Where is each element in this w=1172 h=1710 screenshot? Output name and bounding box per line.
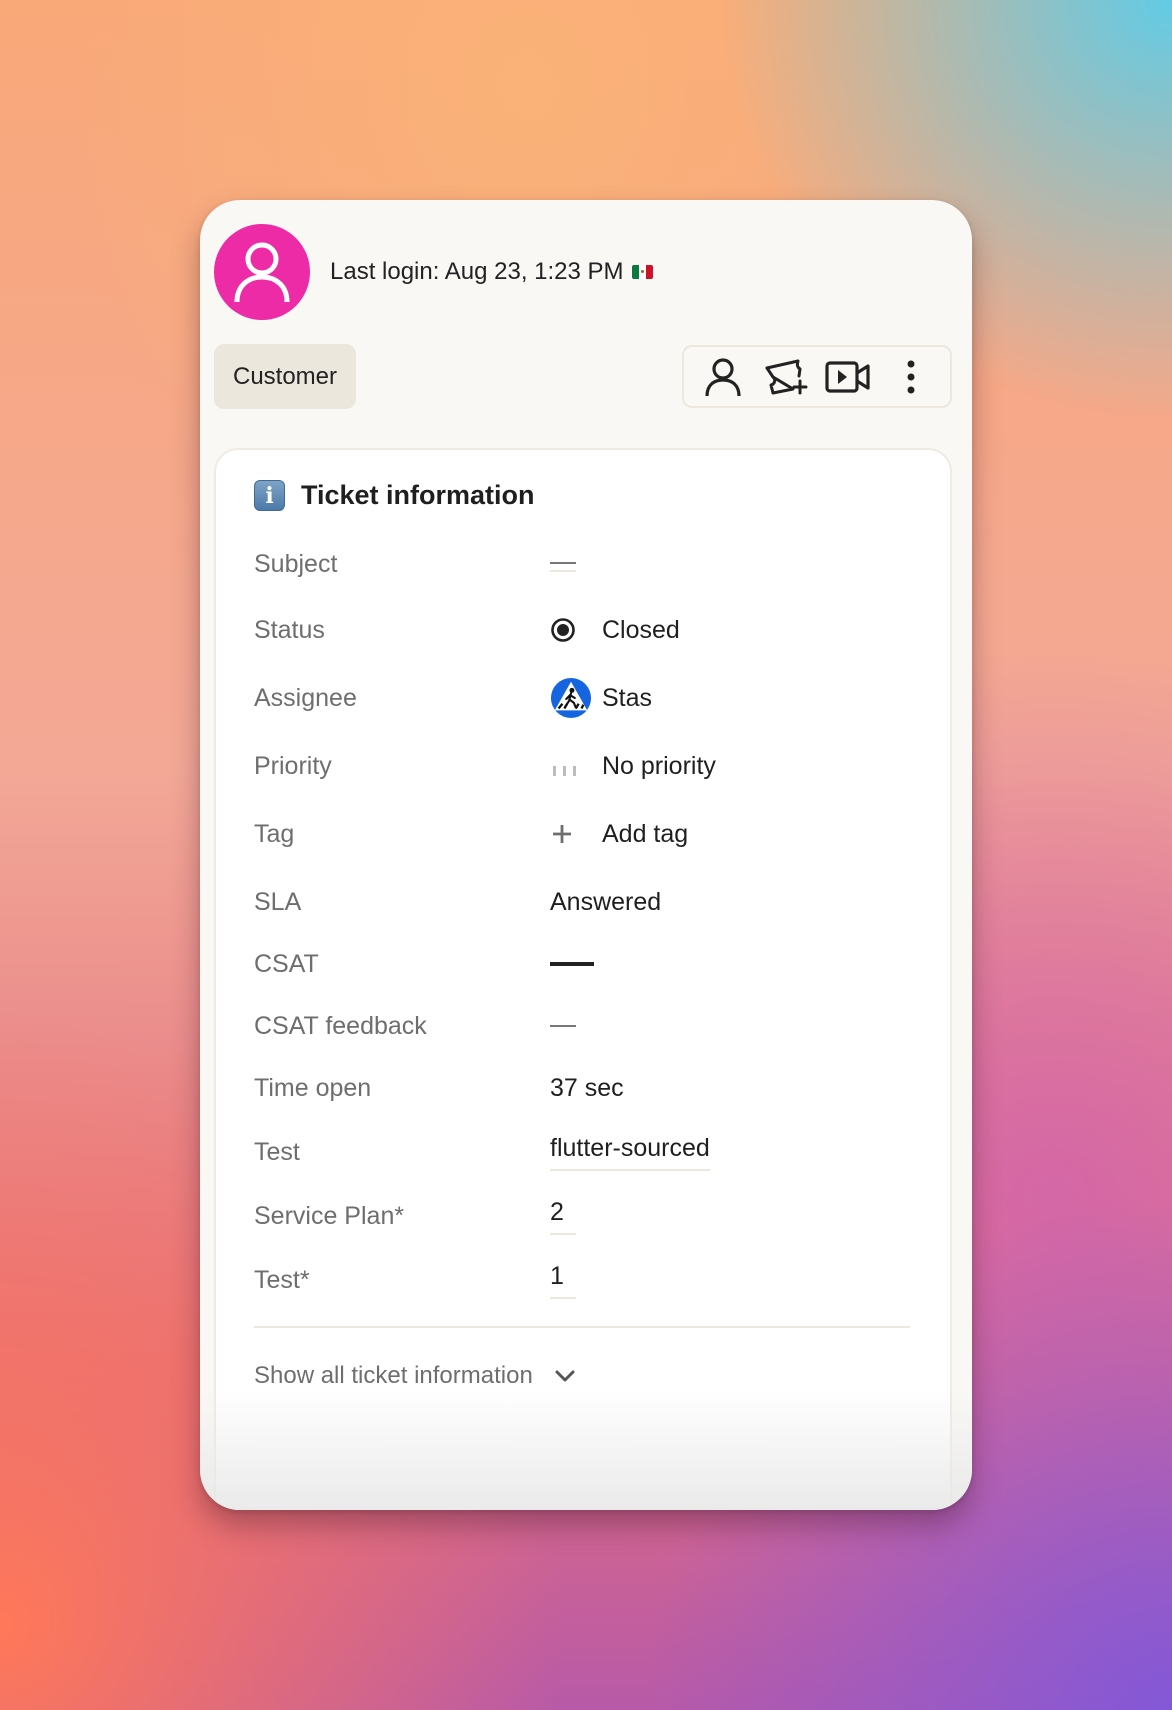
field-priority: Priority No priority [254, 746, 914, 786]
test-value-input[interactable]: flutter-sourced [550, 1134, 710, 1171]
action-toolbar [682, 345, 952, 408]
service-plan-value-input[interactable]: 2 [550, 1198, 576, 1235]
more-vertical-icon [907, 360, 915, 393]
customer-role-label: Customer [232, 362, 338, 390]
field-label: Status [254, 615, 325, 644]
field-subject: Subject [254, 544, 914, 584]
field-label: Test* [254, 1265, 310, 1294]
more-options-button[interactable] [887, 353, 935, 401]
csat-value [550, 962, 594, 966]
priority-bars-icon [550, 745, 592, 787]
section-divider [254, 1326, 910, 1328]
ticket-plus-icon [765, 359, 808, 394]
field-test-required: Test* 1 [254, 1260, 914, 1300]
field-assignee: Assignee Stas [254, 677, 914, 719]
video-call-button[interactable] [824, 353, 872, 401]
customer-details-card: Last login: Aug 23, 1:23 PM Customer i T… [200, 200, 972, 1510]
field-label: SLA [254, 887, 302, 916]
field-sla: SLA Answered [254, 882, 914, 922]
information-icon: i [254, 480, 285, 511]
field-csat: CSAT [254, 944, 914, 984]
show-all-ticket-info-button[interactable]: Show all ticket information [254, 1362, 575, 1390]
last-login-info: Last login: Aug 23, 1:23 PM [330, 258, 653, 286]
field-label: Assignee [254, 683, 357, 712]
csat-feedback-value [550, 1025, 576, 1027]
ticket-information-heading: i Ticket information [254, 480, 535, 511]
add-tag-label: Add tag [602, 819, 689, 848]
chevron-down-icon [555, 1369, 575, 1383]
show-all-label: Show all ticket information [254, 1362, 533, 1389]
radio-filled-icon [550, 609, 592, 651]
empty-value-dash [550, 962, 594, 966]
assignee-avatar [550, 677, 592, 719]
field-label: Subject [254, 549, 338, 578]
priority-value[interactable]: No priority [550, 745, 716, 787]
subject-value[interactable] [550, 556, 576, 572]
empty-value-dash [550, 1025, 576, 1027]
assignee-value[interactable]: Stas [550, 677, 652, 719]
ticket-information-panel: i Ticket information Subject Status Clos… [214, 448, 952, 1510]
field-tag: Tag Add tag [254, 814, 914, 854]
field-label: CSAT feedback [254, 1011, 427, 1040]
user-icon [234, 242, 290, 303]
field-label: CSAT [254, 949, 319, 978]
empty-value-dash [550, 562, 576, 564]
field-label: Tag [254, 819, 295, 848]
field-label: Service Plan* [254, 1201, 405, 1230]
new-ticket-button[interactable] [762, 353, 810, 401]
user-icon [705, 357, 741, 396]
field-status: Status Closed [254, 610, 914, 650]
last-login-text: Last login: Aug 23, 1:23 PM [330, 258, 624, 285]
profile-button[interactable] [699, 353, 747, 401]
mexico-flag-icon [631, 265, 653, 279]
ticket-information-title: Ticket information [301, 480, 535, 510]
field-service-plan: Service Plan* 2 [254, 1196, 914, 1236]
status-text: Closed [602, 615, 680, 644]
priority-text: No priority [602, 751, 716, 780]
plus-icon [550, 813, 592, 855]
field-label: Test [254, 1137, 300, 1166]
field-csat-feedback: CSAT feedback [254, 1006, 914, 1046]
video-camera-icon [825, 360, 870, 393]
field-test: Test flutter-sourced [254, 1132, 914, 1172]
field-time-open: Time open 37 sec [254, 1068, 914, 1108]
customer-role-badge[interactable]: Customer [214, 344, 356, 409]
status-value[interactable]: Closed [550, 609, 680, 651]
time-open-value: 37 sec [550, 1073, 624, 1102]
field-label: Priority [254, 751, 332, 780]
customer-header: Last login: Aug 23, 1:23 PM [214, 224, 653, 320]
test-required-value-input[interactable]: 1 [550, 1262, 576, 1299]
assignee-name: Stas [602, 683, 653, 712]
customer-avatar[interactable] [214, 224, 310, 320]
sla-status: Answered [550, 887, 662, 916]
add-tag-button[interactable]: Add tag [550, 813, 688, 855]
field-label: Time open [254, 1073, 372, 1102]
